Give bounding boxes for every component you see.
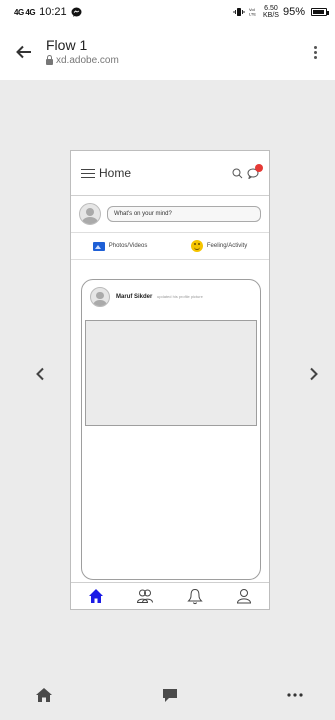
previous-screen-button[interactable]	[28, 362, 52, 386]
back-button[interactable]	[10, 38, 38, 66]
kebab-dot-icon	[313, 50, 317, 54]
photos-videos-button[interactable]: Photos/Videos	[92, 241, 148, 251]
feeling-activity-button[interactable]: Feeling/Activity	[190, 240, 248, 252]
vibrate-icon	[233, 8, 245, 16]
photo-icon	[92, 241, 105, 251]
page-url-text: xd.adobe.com	[56, 55, 119, 66]
post-header: Maruf Sikder updated his profile picture	[82, 280, 260, 314]
status-right: VoI LTE 6.50 KB/S 95%	[233, 5, 329, 19]
ellipsis-icon	[287, 693, 303, 697]
signal-indicator: 4G 4G	[14, 7, 36, 17]
browser-header: Flow 1 xd.adobe.com	[0, 24, 335, 80]
search-icon[interactable]	[232, 168, 243, 179]
page-title: Flow 1	[46, 37, 88, 53]
page-url: xd.adobe.com	[46, 54, 305, 67]
friends-icon	[137, 589, 154, 603]
menu-line	[81, 168, 95, 170]
volte-indicator: VoI LTE	[249, 7, 259, 18]
avatar	[79, 203, 101, 225]
notification-badge	[255, 164, 263, 172]
status-bar: 4G 4G 10:21 VoI LTE 6.50 KB/S 95%	[0, 0, 335, 24]
home-icon	[36, 688, 52, 702]
prototype-title: Home	[99, 166, 132, 180]
status-time: 10:21	[39, 6, 67, 18]
prototype-header: Home	[71, 151, 269, 196]
network-speed-value: 6.50	[264, 5, 278, 12]
tab-notifications[interactable]	[181, 584, 209, 608]
comment-icon	[162, 688, 177, 702]
profile-icon	[237, 589, 252, 604]
more-button[interactable]	[283, 683, 307, 707]
menu-icon[interactable]	[81, 168, 95, 178]
comments-button[interactable]	[158, 683, 182, 707]
smile-icon	[190, 240, 203, 252]
post-composer: What's on your mind?	[71, 196, 269, 233]
network-speed: 6.50 KB/S	[263, 5, 279, 19]
kebab-dot-icon	[313, 55, 317, 59]
kebab-dot-icon	[313, 45, 317, 49]
photos-videos-label: Photos/Videos	[108, 243, 148, 249]
post-author-name: Maruf Sikder	[116, 294, 153, 300]
chevron-right-icon	[310, 367, 318, 381]
battery-percent: 95%	[282, 6, 305, 18]
prototype-tab-bar	[71, 582, 269, 609]
bell-icon	[187, 588, 203, 604]
battery-icon	[311, 8, 329, 16]
volte-icon: VoILTE	[249, 7, 256, 17]
menu-line	[81, 176, 95, 178]
lock-icon	[46, 55, 53, 65]
svg-text:LTE: LTE	[249, 11, 256, 16]
post-meta: updated his profile picture	[157, 294, 203, 299]
network-speed-unit: KB/S	[263, 12, 279, 19]
tab-friends[interactable]	[131, 584, 159, 608]
arrow-left-icon	[16, 45, 31, 59]
page-info: Flow 1 xd.adobe.com	[46, 37, 305, 67]
tab-profile[interactable]	[230, 584, 258, 608]
status-input[interactable]: What's on your mind?	[107, 206, 261, 222]
home-button[interactable]	[32, 683, 56, 707]
avatar	[90, 287, 110, 307]
post-card[interactable]: Maruf Sikder updated his profile picture	[81, 279, 261, 580]
menu-line	[81, 172, 95, 174]
messenger-icon	[71, 7, 82, 17]
post-author: Maruf Sikder updated his profile picture	[116, 294, 203, 300]
post-image	[85, 320, 257, 426]
bottom-toolbar	[0, 670, 335, 720]
home-icon	[88, 589, 103, 603]
chevron-left-icon	[36, 367, 44, 381]
next-screen-button[interactable]	[302, 362, 326, 386]
tab-home[interactable]	[82, 584, 110, 608]
composer-actions: Photos/Videos Feeling/Activity	[71, 233, 269, 260]
status-left: 4G 4G 10:21	[14, 6, 82, 18]
prototype-screen[interactable]: Home What's on your mind? Photos/Videos …	[70, 150, 270, 610]
more-options-button[interactable]	[305, 45, 325, 59]
feeling-activity-label: Feeling/Activity	[206, 243, 248, 249]
